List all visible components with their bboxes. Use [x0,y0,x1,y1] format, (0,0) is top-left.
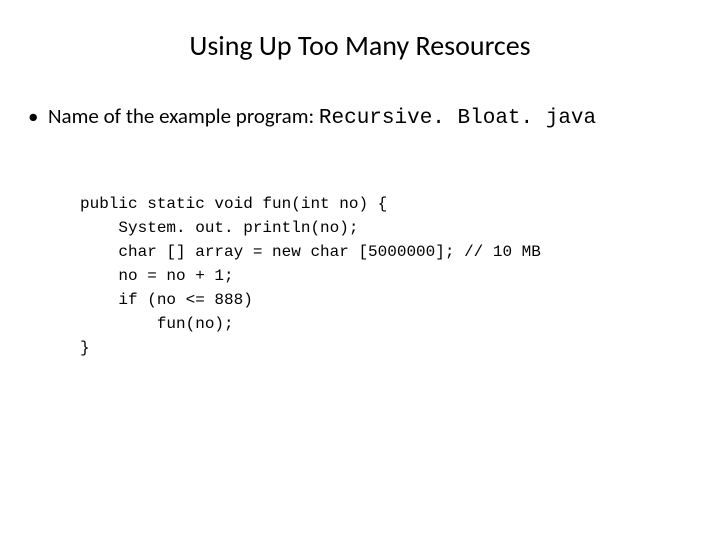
code-line: public static void fun(int no) { [80,195,387,213]
code-line: if (no <= 888) [80,291,253,309]
bullet-marker-icon: • [28,103,48,129]
bullet-item: • Name of the example program: Recursive… [0,103,720,130]
code-block: public static void fun(int no) { System.… [0,168,720,360]
bullet-prefix: Name of the example program: [48,103,319,129]
code-line: } [80,339,90,357]
page-title: Using Up Too Many Resources [0,0,720,103]
bullet-text-container: Name of the example program: Recursive. … [48,103,596,130]
code-line: char [] array = new char [5000000]; // 1… [80,243,541,261]
code-line: System. out. println(no); [80,219,358,237]
code-line: no = no + 1; [80,267,234,285]
bullet-filename: Recursive. Bloat. java [319,107,596,130]
code-line: fun(no); [80,315,234,333]
